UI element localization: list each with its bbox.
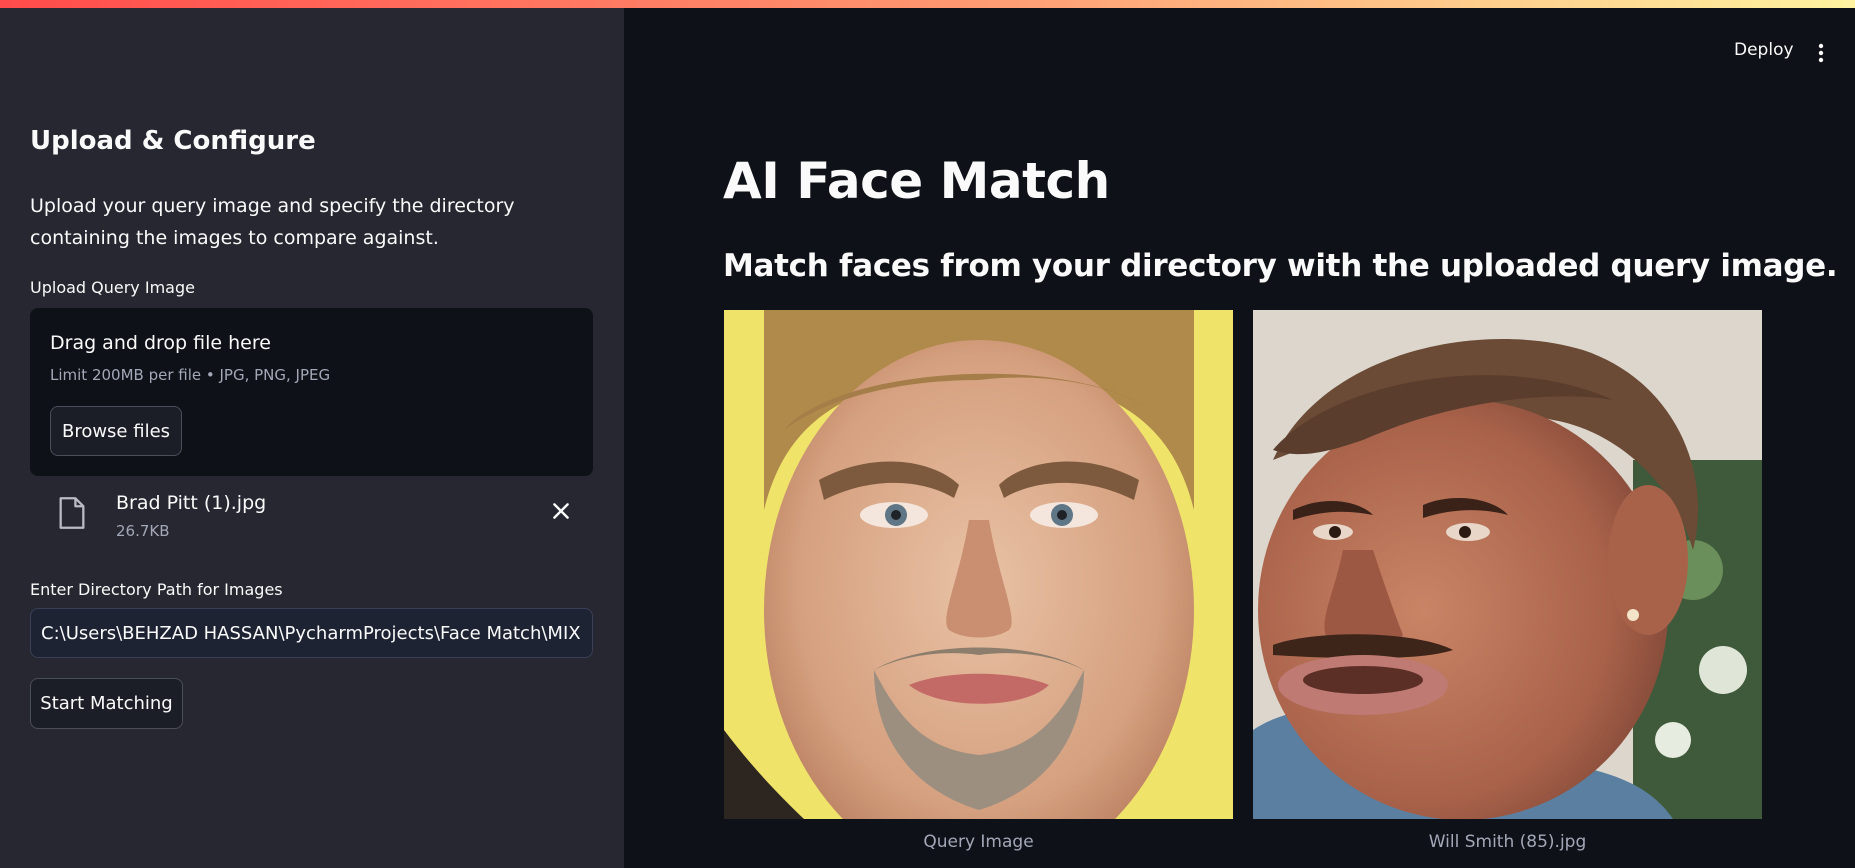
uploaded-file-size: 26.7KB bbox=[116, 522, 170, 540]
match-face-illustration bbox=[1253, 310, 1762, 819]
browse-files-button[interactable]: Browse files bbox=[50, 406, 182, 456]
deploy-button[interactable]: Deploy bbox=[1734, 40, 1794, 60]
sidebar-description: Upload your query image and specify the … bbox=[30, 195, 515, 249]
query-image-caption: Query Image bbox=[923, 832, 1034, 852]
match-image-caption: Will Smith (85).jpg bbox=[1428, 832, 1587, 852]
sidebar-title: Upload & Configure bbox=[30, 126, 316, 156]
start-matching-button[interactable]: Start Matching bbox=[30, 678, 183, 729]
page-subtitle: Match faces from your directory with the… bbox=[723, 248, 1838, 284]
dropzone-limit: Limit 200MB per file • JPG, PNG, JPEG bbox=[50, 366, 331, 384]
upload-label: Upload Query Image bbox=[30, 278, 195, 297]
match-image bbox=[1253, 310, 1762, 819]
query-image bbox=[724, 310, 1233, 819]
page-title: AI Face Match bbox=[723, 152, 1110, 210]
dropzone-title: Drag and drop file here bbox=[50, 332, 271, 354]
top-accent-bar bbox=[0, 0, 1855, 8]
query-face-illustration bbox=[724, 310, 1233, 819]
remove-file-icon[interactable] bbox=[550, 500, 572, 522]
kebab-menu-icon[interactable] bbox=[1814, 42, 1828, 64]
file-icon bbox=[59, 497, 85, 529]
uploaded-file-name: Brad Pitt (1).jpg bbox=[116, 492, 267, 514]
file-dropzone[interactable]: Drag and drop file here Limit 200MB per … bbox=[30, 308, 593, 476]
directory-label: Enter Directory Path for Images bbox=[30, 580, 283, 599]
uploaded-file-row: Brad Pitt (1).jpg 26.7KB bbox=[30, 486, 593, 546]
directory-path-input[interactable] bbox=[30, 608, 593, 658]
